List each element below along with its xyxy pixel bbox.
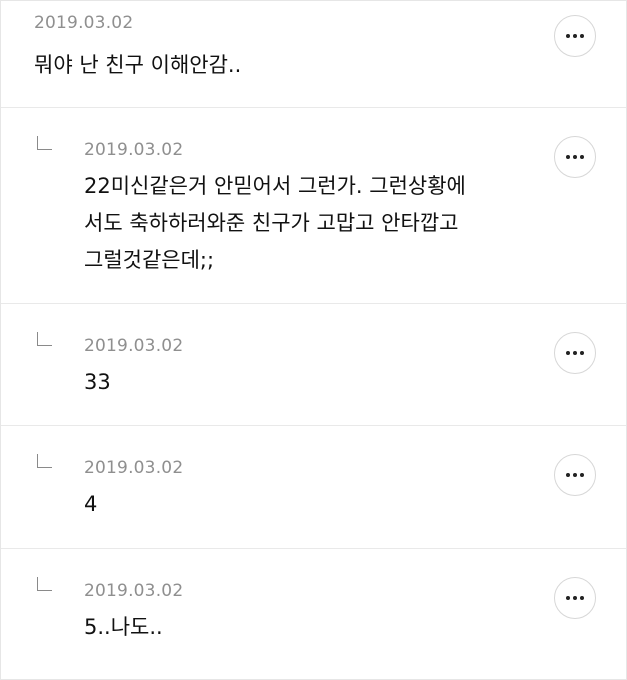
- reply-item: 2019.03.02 5..나도..: [1, 549, 626, 679]
- more-dots-icon: [566, 351, 584, 355]
- comment-date: 2019.03.02: [84, 458, 184, 478]
- more-dots-icon: [566, 596, 584, 600]
- comment-text: 5..나도..: [84, 615, 163, 639]
- comment-date: 2019.03.02: [84, 336, 184, 356]
- more-options-button[interactable]: [554, 15, 596, 57]
- reply-arrow-icon: [37, 332, 52, 346]
- comment-text: 22미신같은거 안믿어서 그런가. 그런상황에 서도 축하하러와준 친구가 고맙…: [84, 168, 466, 279]
- comment-date: 2019.03.02: [84, 140, 184, 160]
- more-options-button[interactable]: [554, 136, 596, 178]
- reply-item: 2019.03.02 33: [1, 304, 626, 426]
- comment-date: 2019.03.02: [34, 13, 134, 33]
- comment-item: 2019.03.02 뭐야 난 친구 이해안감..: [1, 1, 626, 108]
- comment-text-line: 서도 축하하러와준 친구가 고맙고 안타깝고: [84, 211, 459, 235]
- reply-arrow-icon: [37, 577, 52, 591]
- comment-text: 33: [84, 370, 111, 394]
- reply-arrow-icon: [37, 454, 52, 468]
- reply-item: 2019.03.02 4: [1, 426, 626, 549]
- more-options-button[interactable]: [554, 332, 596, 374]
- more-options-button[interactable]: [554, 577, 596, 619]
- more-dots-icon: [566, 34, 584, 38]
- more-dots-icon: [566, 155, 584, 159]
- comment-text-line: 그럴것같은데;;: [84, 248, 215, 272]
- more-dots-icon: [566, 473, 584, 477]
- comment-text: 뭐야 난 친구 이해안감..: [34, 53, 242, 77]
- comment-text: 4: [84, 492, 98, 516]
- more-options-button[interactable]: [554, 454, 596, 496]
- comment-date: 2019.03.02: [84, 581, 184, 601]
- reply-arrow-icon: [37, 136, 52, 150]
- comment-text-line: 22미신같은거 안믿어서 그런가. 그런상황에: [84, 174, 466, 198]
- comment-list: 2019.03.02 뭐야 난 친구 이해안감.. 2019.03.02 22미…: [0, 0, 627, 680]
- reply-item: 2019.03.02 22미신같은거 안믿어서 그런가. 그런상황에 서도 축하…: [1, 108, 626, 304]
